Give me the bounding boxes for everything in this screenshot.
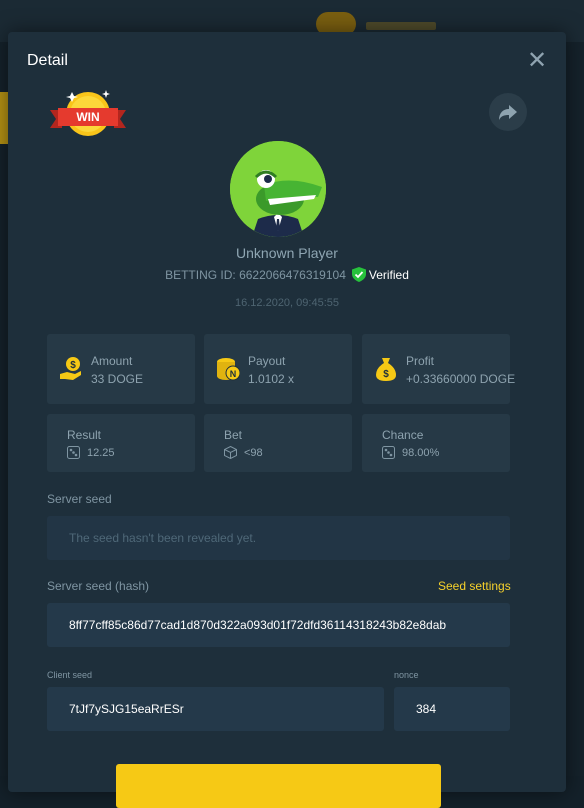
modal-title: Detail [27,52,68,69]
svg-text:$: $ [383,369,389,380]
nonce-label: nonce [394,670,419,680]
nonce-input[interactable]: 384 [394,687,510,731]
stat-value: +0.33660000 DOGE [406,372,516,386]
result-value: <98 [244,447,263,459]
result-card-result: Result 12.25 [47,414,195,472]
server-seed-label: Server seed [47,492,112,506]
betting-id-row: BETTING ID: 6622066476319104 Verified [8,267,566,282]
result-value: 98.00% [402,447,440,459]
bet-datetime: 16.12.2020, 09:45:55 [235,297,339,309]
client-seed-label: Client seed [47,670,93,680]
share-icon [499,105,517,120]
close-icon[interactable]: ✕ [526,49,548,73]
server-seed-hash-label: Server seed (hash) [47,579,150,593]
result-card-chance: Chance 98.00% [362,414,510,472]
bet-detail-modal: Detail ✕ WIN Unknown Player BETTING ID: … [8,32,566,808]
stat-card-amount: $ Amount 33 DOGE [47,334,195,404]
svg-text:$: $ [70,360,76,371]
result-value: 12.25 [87,447,115,459]
betting-id: BETTING ID: 6622066476319104 [165,267,346,282]
shield-check-icon [351,267,366,282]
verified-status: Verified [351,267,409,282]
seed-settings-link[interactable]: Seed settings [438,579,511,593]
money-hand-icon: $ [60,357,81,380]
stat-label: Payout [248,354,286,368]
win-badge-text: WIN [76,110,99,124]
win-badge: WIN [50,90,126,136]
stat-card-payout: N Payout 1.0102 x [204,334,352,404]
stat-label: Amount [91,354,133,368]
money-bag-icon: $ [376,358,396,381]
share-button[interactable] [489,93,527,131]
server-seed-field: The seed hasn't been revealed yet. [47,516,510,560]
crocodile-avatar-icon [230,141,326,237]
result-card-bet: Bet <98 [204,414,352,472]
result-label: Chance [382,428,424,442]
client-seed-input[interactable]: 7tJf7ySJG15eaRrESr [47,687,384,731]
result-label: Result [67,428,102,442]
background-logo-text [366,22,436,30]
avatar [230,141,326,237]
background-yellow-button [0,92,8,144]
cube-icon [224,446,237,459]
stat-value: 33 DOGE [91,372,144,386]
result-label: Bet [224,428,243,442]
player-name: Unknown Player [236,245,338,261]
verified-label: Verified [368,267,409,282]
stat-card-profit: $ Profit +0.33660000 DOGE [362,334,515,404]
dice-icon [382,446,395,459]
stat-value: 1.0102 x [248,372,295,386]
dice-icon [67,446,80,459]
svg-text:N: N [230,369,237,379]
primary-action-button[interactable] [116,764,441,808]
server-seed-hash-field[interactable]: 8ff77cff85c86d77cad1d870d322a093d01f72df… [47,603,510,647]
coins-icon: N [217,358,240,381]
stat-label: Profit [406,354,435,368]
